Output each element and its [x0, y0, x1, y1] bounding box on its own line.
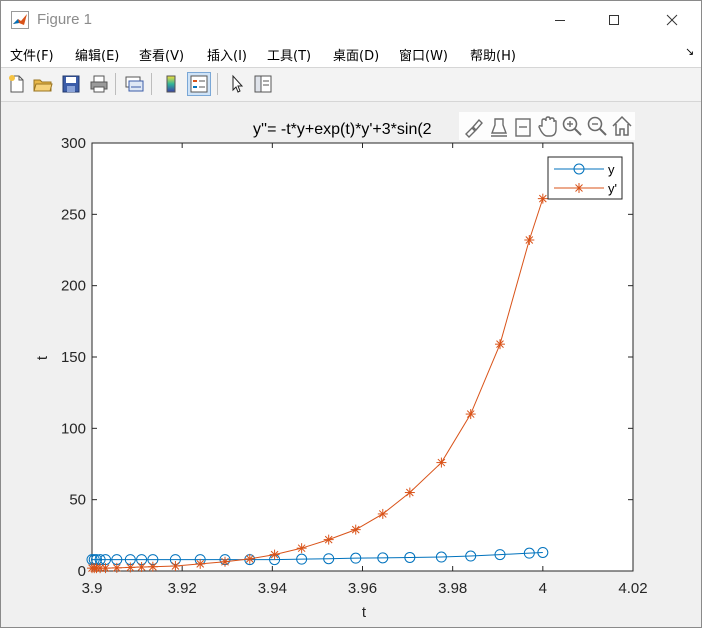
menu-bar: 文件(F) 编辑(E) 查看(V) 插入(I) 工具(T) 桌面(D) 窗口(W… [1, 39, 701, 68]
figure-canvas: 3.9 3.92 3.94 3.96 3.98 4 4.02 0 50 100 150 200 250 3… [1, 102, 701, 627]
colorbar-button[interactable] [159, 72, 183, 96]
legend-label-dy: y' [608, 181, 617, 196]
print-icon [90, 75, 108, 93]
open-file-icon [33, 79, 53, 92]
data-point [495, 339, 506, 350]
data-point [465, 409, 476, 420]
data-point [100, 563, 111, 574]
save-icon [62, 75, 80, 93]
chart-title: y''= -t*y+exp(t)*y'+3*sin(2 [253, 121, 432, 138]
window-title: Figure 1 [37, 11, 93, 28]
data-point [111, 562, 122, 573]
x-axis-label: t [362, 604, 367, 621]
close-icon [666, 14, 678, 26]
axes-background[interactable] [91, 142, 634, 572]
maximize-button[interactable] [591, 1, 637, 39]
toolbar-separator [115, 73, 116, 95]
y-tick-label: 100 [61, 420, 86, 437]
legend[interactable]: y y' [547, 156, 623, 200]
new-figure-icon [9, 75, 24, 93]
axes-toolbar [459, 112, 635, 140]
minimize-button[interactable] [537, 1, 583, 39]
minimize-icon [555, 20, 565, 21]
data-point [269, 549, 280, 560]
x-tick-label: 3.92 [168, 580, 197, 597]
legend-label-y: y [608, 162, 615, 177]
y-axis-label: t [34, 355, 51, 360]
menu-tools[interactable]: 工具(T) [267, 45, 311, 64]
y-tick-label: 150 [61, 349, 86, 366]
link-plot-icon [125, 76, 144, 92]
menu-help[interactable]: 帮助(H) [470, 45, 516, 64]
toolbar-separator [151, 73, 152, 95]
legend-icon [190, 75, 208, 93]
open-file-button[interactable] [31, 72, 55, 96]
plot-tools-button[interactable] [251, 72, 275, 96]
data-point [170, 561, 181, 572]
x-tick-label: 4.02 [618, 580, 647, 597]
menu-overflow-icon[interactable]: ↘ [685, 45, 694, 58]
menu-window[interactable]: 窗口(W) [399, 45, 448, 64]
save-button[interactable] [59, 72, 83, 96]
maximize-icon [609, 15, 619, 25]
menu-insert[interactable]: 插入(I) [207, 45, 247, 64]
close-button[interactable] [649, 1, 695, 39]
x-tick-label: 3.96 [348, 580, 377, 597]
y-tick-label: 50 [69, 492, 86, 509]
title-bar[interactable]: Figure 1 [1, 1, 701, 39]
data-point [296, 543, 307, 554]
data-point [524, 235, 535, 246]
y-tick-label: 300 [61, 135, 86, 152]
menu-file[interactable]: 文件(F) [10, 45, 54, 64]
y-tick-label: 200 [61, 278, 86, 295]
plot-svg: 3.9 3.92 3.94 3.96 3.98 4 4.02 0 50 100 150 200 250 3… [34, 112, 648, 621]
y-tick-label: 250 [61, 206, 86, 223]
x-tick-label: 3.98 [438, 580, 467, 597]
data-point [323, 534, 334, 545]
y-tick-label: 0 [78, 563, 86, 580]
pointer-icon [232, 74, 244, 93]
matlab-logo-icon [11, 11, 29, 29]
plot-tools-icon [254, 75, 272, 93]
legend-marker-dy [574, 183, 584, 193]
legend-button[interactable] [187, 72, 211, 96]
x-tick-label: 4 [539, 580, 547, 597]
toolbar-separator [217, 73, 218, 95]
figure-window: Figure 1 文件(F) 编辑(E) 查看(V) 插入(I) 工具(T) 桌… [0, 0, 702, 628]
data-point [404, 487, 415, 498]
new-figure-button[interactable] [5, 72, 29, 96]
menu-desktop[interactable]: 桌面(D) [333, 45, 379, 64]
menu-view[interactable]: 查看(V) [139, 45, 184, 64]
colorbar-icon [166, 75, 176, 93]
data-point [436, 457, 447, 468]
data-point [537, 193, 548, 204]
edit-plot-button[interactable] [225, 72, 249, 96]
link-plot-button[interactable] [122, 72, 146, 96]
menu-edit[interactable]: 编辑(E) [75, 45, 119, 64]
print-button[interactable] [87, 72, 111, 96]
x-tick-label: 3.94 [258, 580, 287, 597]
x-tick-label: 3.9 [82, 580, 103, 597]
figure-toolbar [1, 68, 701, 102]
